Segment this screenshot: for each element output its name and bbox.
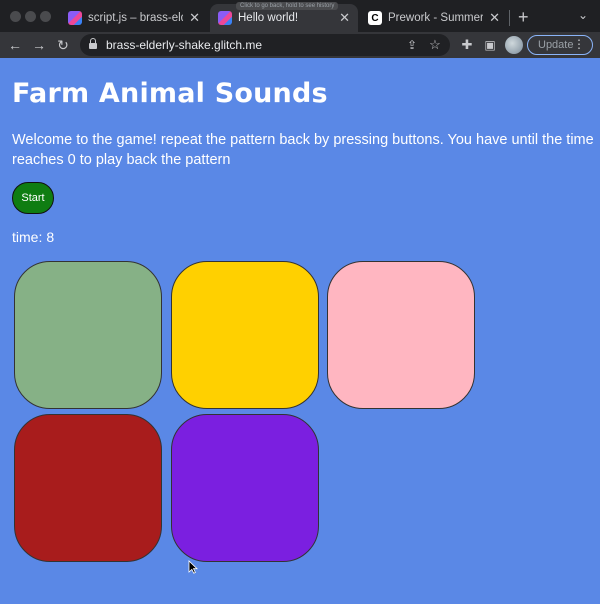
game-button-2[interactable] [171,261,319,409]
browser-toolbar: ← → ↻ brass-elderly-shake.glitch.me ⇪ ☆ … [0,32,600,58]
update-button[interactable]: Update ⋮ [527,35,593,55]
url-text[interactable]: brass-elderly-shake.glitch.me [106,38,262,52]
back-tooltip: Click to go back, hold to see history [236,2,339,10]
game-button-3[interactable] [327,261,475,409]
start-button[interactable]: Start [12,182,54,214]
reload-icon[interactable]: ↻ [54,36,72,54]
timer-label: time: [12,229,43,245]
close-tab-icon[interactable]: ✕ [189,10,200,26]
puzzle-icon[interactable]: ✚ [458,36,476,54]
timer-value: 8 [46,229,55,245]
back-arrow-icon[interactable]: ← [6,36,24,54]
forward-arrow-icon[interactable]: → [30,36,48,54]
kebab-menu-icon[interactable]: ⋮ [573,37,585,51]
side-panel-icon[interactable]: ▣ [481,36,499,54]
browser-tab-strip: script.js – brass-elderly- ✕ Hello world… [0,0,600,32]
glitch-favicon-icon [218,11,232,25]
game-button-4[interactable] [14,414,162,562]
maximize-window-icon[interactable] [40,11,51,22]
glitch-favicon-icon [68,11,82,25]
mouse-cursor-icon [188,560,198,574]
address-bar[interactable]: brass-elderly-shake.glitch.me ⇪ ☆ [80,34,450,56]
close-tab-icon[interactable]: ✕ [489,10,500,26]
chevron-down-icon[interactable]: ⌄ [578,8,588,22]
new-tab-icon[interactable]: + [518,7,529,28]
close-window-icon[interactable] [10,11,21,22]
page-title: Farm Animal Sounds [12,78,328,109]
minimize-window-icon[interactable] [25,11,36,22]
timer: time: 8 [12,229,54,245]
game-button-1[interactable] [14,261,162,409]
lock-icon[interactable] [89,38,97,49]
codepath-favicon-icon: C [368,11,382,25]
close-tab-icon[interactable]: ✕ [339,10,350,26]
share-icon[interactable]: ⇪ [403,36,421,54]
instructions-text: Welcome to the game! repeat the pattern … [12,132,594,168]
tab-script-js[interactable]: script.js – brass-elderly- ✕ [60,4,208,32]
update-button-label: Update [538,39,574,51]
tab-label: Prework - Summer Inter [388,12,484,24]
tab-separator [509,10,510,26]
tab-label: script.js – brass-elderly- [88,12,183,24]
game-button-5[interactable] [171,414,319,562]
avatar[interactable] [505,36,523,54]
tab-prework[interactable]: C Prework - Summer Inter ✕ [360,4,508,32]
tab-label: Hello world! [238,12,299,24]
star-icon[interactable]: ☆ [426,36,444,54]
